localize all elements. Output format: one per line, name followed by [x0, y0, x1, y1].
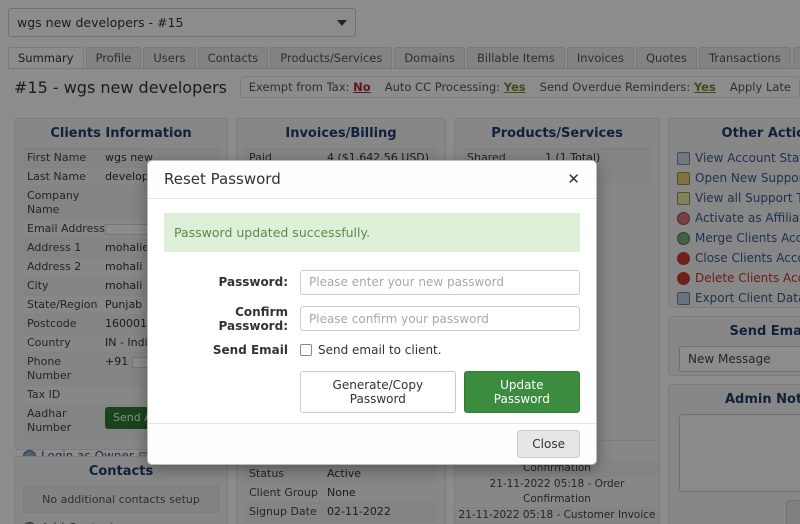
password-field-row: Password:: [164, 269, 580, 295]
send-email-row: Send Email Send email to client.: [164, 343, 580, 357]
confirm-password-field-row: Confirm Password:: [164, 305, 580, 333]
modal-action-buttons: Generate/Copy Password Update Password: [164, 370, 580, 413]
modal-body: Password updated successfully. Password:…: [148, 199, 596, 423]
modal-footer: Close: [148, 422, 596, 464]
send-email-to-client-checkbox-wrap[interactable]: Send email to client.: [300, 343, 442, 357]
confirm-password-label: Confirm Password:: [218, 304, 289, 333]
update-password-button[interactable]: Update Password: [463, 370, 580, 413]
generate-copy-password-button[interactable]: Generate/Copy Password: [300, 370, 456, 413]
modal-title: Reset Password: [164, 170, 281, 189]
password-input[interactable]: [300, 269, 580, 295]
send-email-label: Send Email: [212, 342, 288, 357]
password-label: Password:: [218, 275, 289, 290]
send-email-checkbox-label: Send email to client.: [318, 342, 442, 357]
close-icon[interactable]: ✕: [567, 171, 580, 187]
success-alert: Password updated successfully.: [164, 212, 580, 252]
modal-header: Reset Password ✕: [148, 161, 596, 199]
app-window: wgs new developers - #15 Summary Profile…: [0, 0, 800, 524]
reset-password-modal: Reset Password ✕ Password updated succes…: [147, 160, 597, 465]
modal-close-button[interactable]: Close: [517, 429, 580, 458]
send-email-checkbox[interactable]: [300, 343, 312, 356]
confirm-password-input[interactable]: [300, 306, 580, 332]
